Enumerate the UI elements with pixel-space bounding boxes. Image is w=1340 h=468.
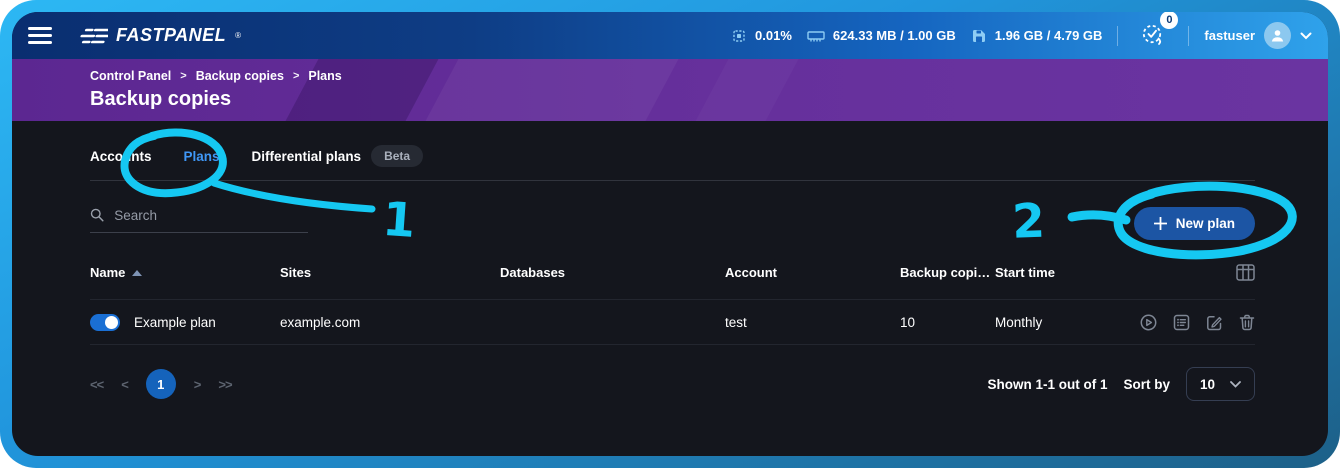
user-menu[interactable]: fastuser (1204, 22, 1312, 49)
registered-mark: ® (235, 31, 241, 40)
brand-logo[interactable]: FASTPANEL ® (80, 25, 241, 46)
tabs-divider (90, 180, 1255, 181)
columns-icon (1236, 264, 1255, 281)
plan-account: test (725, 315, 900, 330)
sort-ascending-icon (132, 270, 142, 276)
run-backup-button[interactable] (1140, 314, 1157, 331)
plan-enabled-toggle[interactable] (90, 314, 120, 331)
play-circle-icon (1140, 314, 1157, 331)
plan-name: Example plan (134, 315, 216, 330)
column-header-sites[interactable]: Sites (280, 265, 500, 280)
tab-accounts[interactable]: Accounts (90, 149, 152, 164)
hamburger-menu-button[interactable] (28, 27, 52, 44)
page-size-select[interactable]: 10 (1186, 367, 1255, 401)
pagination: << < 1 > >> (90, 369, 232, 399)
window-frame: FASTPANEL ® 0.01% (0, 0, 1340, 468)
cpu-usage-value: 0.01% (755, 28, 792, 43)
cpu-icon (731, 28, 747, 44)
pagination-page-1[interactable]: 1 (146, 369, 176, 399)
table-row: Example plan example.com test 10 Monthly (90, 299, 1255, 345)
column-header-backup-copies[interactable]: Backup copi… (900, 265, 995, 280)
breadcrumb-separator: > (180, 70, 186, 82)
breadcrumb: Control Panel > Backup copies > Plans (90, 69, 1328, 83)
list-icon (1173, 314, 1190, 331)
pagination-prev-button[interactable]: < (121, 377, 128, 392)
plan-start-time: Monthly (995, 315, 1135, 330)
page-header: Control Panel > Backup copies > Plans Ba… (12, 59, 1328, 121)
search-box[interactable] (90, 207, 308, 233)
breadcrumb-control-panel[interactable]: Control Panel (90, 69, 171, 83)
page-title: Backup copies (90, 88, 1328, 111)
backup-log-button[interactable] (1173, 314, 1190, 331)
main-content: Accounts Plans Differential plans Beta (12, 121, 1328, 456)
column-header-account-label: Account (725, 265, 777, 280)
breadcrumb-plans: Plans (308, 69, 341, 83)
plan-name-cell: Example plan (90, 314, 280, 331)
breadcrumb-separator: > (293, 70, 299, 82)
disk-usage-value: 1.96 GB / 4.79 GB (995, 28, 1103, 43)
ram-usage-stat: 624.33 MB / 1.00 GB (807, 28, 956, 43)
column-header-name[interactable]: Name (90, 265, 280, 280)
column-header-databases-label: Databases (500, 265, 565, 280)
topbar-separator (1117, 26, 1118, 46)
toolbar: New plan (90, 207, 1255, 240)
footer-right: Shown 1-1 out of 1 Sort by 10 (987, 367, 1255, 401)
new-plan-button[interactable]: New plan (1134, 207, 1255, 240)
top-bar: FASTPANEL ® 0.01% (12, 12, 1328, 59)
edit-icon (1206, 314, 1223, 331)
table-footer: << < 1 > >> Shown 1-1 out of 1 Sort by 1… (90, 367, 1255, 401)
column-header-account[interactable]: Account (725, 265, 900, 280)
pagination-first-button[interactable]: << (90, 377, 103, 392)
pagination-last-button[interactable]: >> (218, 377, 231, 392)
column-header-backup-copies-label: Backup copi… (900, 265, 990, 280)
fastpanel-logo-icon (80, 27, 108, 45)
search-input[interactable] (114, 208, 308, 223)
column-header-name-label: Name (90, 265, 125, 280)
breadcrumb-backup-copies[interactable]: Backup copies (196, 69, 284, 83)
plans-table: Name Sites Databases Account Backup copi… (90, 264, 1255, 345)
ram-icon (807, 29, 825, 43)
user-avatar (1264, 22, 1291, 49)
disk-usage-stat: 1.96 GB / 4.79 GB (971, 28, 1103, 44)
column-header-databases[interactable]: Databases (500, 265, 725, 280)
tab-plans[interactable]: Plans (184, 149, 220, 164)
cpu-usage-stat: 0.01% (731, 28, 792, 44)
row-actions (1135, 314, 1255, 331)
person-icon (1270, 28, 1285, 43)
table-header-row: Name Sites Databases Account Backup copi… (90, 264, 1255, 299)
topbar-separator (1188, 26, 1189, 46)
disk-icon (971, 28, 987, 44)
plus-icon (1154, 217, 1167, 230)
username-label: fastuser (1204, 28, 1255, 43)
tab-differential-plans[interactable]: Differential plans (252, 149, 362, 164)
brand-name: FASTPANEL (116, 25, 226, 46)
sort-by-label: Sort by (1123, 377, 1170, 392)
chevron-down-icon (1300, 32, 1312, 40)
topbar-status-area: 0.01% 624.33 MB / 1.00 GB (731, 20, 1312, 51)
app-window: FASTPANEL ® 0.01% (12, 12, 1328, 456)
delete-plan-button[interactable] (1239, 314, 1255, 331)
column-settings-button[interactable] (1135, 264, 1255, 281)
search-icon (90, 207, 104, 223)
ram-usage-value: 624.33 MB / 1.00 GB (833, 28, 956, 43)
chevron-down-icon (1230, 381, 1241, 388)
edit-plan-button[interactable] (1206, 314, 1223, 331)
beta-badge: Beta (371, 145, 423, 167)
trash-icon (1239, 314, 1255, 331)
shown-count-text: Shown 1-1 out of 1 (987, 377, 1107, 392)
plan-sites: example.com (280, 315, 500, 330)
column-header-start-time[interactable]: Start time (995, 265, 1135, 280)
pagination-next-button[interactable]: > (194, 377, 201, 392)
plan-backup-copies: 10 (900, 315, 995, 330)
page-size-value: 10 (1200, 377, 1215, 392)
notifications-count-badge: 0 (1160, 12, 1178, 29)
tab-bar: Accounts Plans Differential plans Beta (90, 121, 1255, 167)
notifications-button[interactable]: 0 (1139, 20, 1167, 51)
new-plan-label: New plan (1176, 216, 1235, 231)
column-header-start-time-label: Start time (995, 265, 1055, 280)
column-header-sites-label: Sites (280, 265, 311, 280)
